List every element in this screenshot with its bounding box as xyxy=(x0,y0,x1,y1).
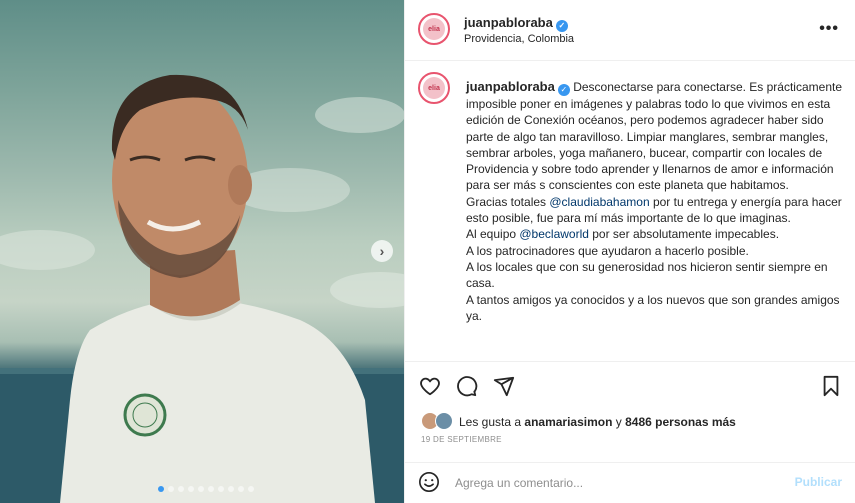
emoji-icon[interactable] xyxy=(418,471,440,498)
caption-paragraph: Gracias totales @claudiabahamon por tu e… xyxy=(466,194,846,227)
comment-icon[interactable] xyxy=(456,375,478,402)
heart-icon[interactable] xyxy=(419,375,441,402)
author-username[interactable]: juanpabloraba ✓ xyxy=(464,15,568,32)
comment-bar: Publicar xyxy=(405,462,855,503)
publish-button[interactable]: Publicar xyxy=(795,475,842,489)
caption-paragraph: juanpabloraba ✓ Desconectarse para conect… xyxy=(466,79,846,194)
next-slide-button[interactable]: › xyxy=(371,240,393,262)
share-icon[interactable] xyxy=(493,375,515,402)
comment-input[interactable] xyxy=(455,473,785,493)
mention-link[interactable]: @beclaworld xyxy=(519,227,589,241)
avatar-logo: elia xyxy=(423,77,445,99)
caption-paragraph: A tantos amigos ya conocidos y a los nue… xyxy=(466,292,840,323)
chevron-right-icon: › xyxy=(379,243,385,259)
caption-paragraph: A los patrocinadores que ayudaron a hace… xyxy=(466,243,749,258)
carousel-dot xyxy=(158,486,164,492)
likes-middle: y xyxy=(612,415,626,429)
carousel-dot xyxy=(218,486,224,492)
carousel-dot xyxy=(248,486,254,492)
mention-link[interactable]: @claudiabahamon xyxy=(549,195,649,209)
caption-area: elia juanpabloraba ✓ Desconectarse para c… xyxy=(405,62,855,360)
avatar-logo: elia xyxy=(423,18,445,40)
likes-row: Les gusta a anamariasimon y 8486 persona… xyxy=(405,412,855,432)
caption-thanks-prefix: Gracias totales xyxy=(466,194,550,209)
carousel-dot xyxy=(198,486,204,492)
carousel-dot xyxy=(168,486,174,492)
caption-paragraph: Al equipo @beclaworld por ser absolutame… xyxy=(466,226,846,242)
likes-prefix: Les gusta a xyxy=(459,415,525,429)
post-date[interactable]: 19 DE SEPTIEMBRE xyxy=(421,435,502,444)
liker-avatar[interactable] xyxy=(435,412,453,430)
post-actions xyxy=(405,361,855,411)
verified-badge-icon: ✓ xyxy=(557,84,570,96)
post-panel: elia juanpabloraba ✓ Providencia, Colombi… xyxy=(404,0,855,503)
post-location[interactable]: Providencia, Colombia xyxy=(464,33,574,45)
carousel-dot xyxy=(178,486,184,492)
liker-username[interactable]: anamariasimon xyxy=(524,415,612,429)
carousel-dots xyxy=(158,486,254,492)
likes-text: Les gusta a anamariasimon y 8486 persona… xyxy=(459,415,736,429)
caption-paragraph: A los locales que con su generosidad nos… xyxy=(466,259,828,291)
caption-text: juanpabloraba ✓ Desconectarse para conect… xyxy=(466,79,846,324)
more-horizontal-icon[interactable]: ••• xyxy=(819,20,839,38)
post-header: elia juanpabloraba ✓ Providencia, Colombi… xyxy=(405,0,855,61)
caption-body: Desconectarse para conectarse. Es prácti… xyxy=(466,80,843,193)
carousel-dot xyxy=(238,486,244,492)
author-username-text[interactable]: juanpabloraba xyxy=(464,15,553,30)
carousel-dot xyxy=(228,486,234,492)
caption-team-suffix: por ser absolutamente impecables. xyxy=(588,227,780,242)
avatar[interactable]: elia xyxy=(418,13,450,45)
caption-team-prefix: Al equipo xyxy=(466,227,520,242)
avatar[interactable]: elia xyxy=(418,72,450,104)
likes-count[interactable]: 8486 personas más xyxy=(625,415,736,429)
post-photo[interactable]: › xyxy=(0,0,404,503)
carousel-dot xyxy=(188,486,194,492)
photo-illustration xyxy=(0,74,404,503)
verified-badge-icon: ✓ xyxy=(555,20,568,32)
caption-username[interactable]: juanpabloraba xyxy=(466,79,555,94)
bookmark-icon[interactable] xyxy=(821,375,841,402)
carousel-dot xyxy=(208,486,214,492)
